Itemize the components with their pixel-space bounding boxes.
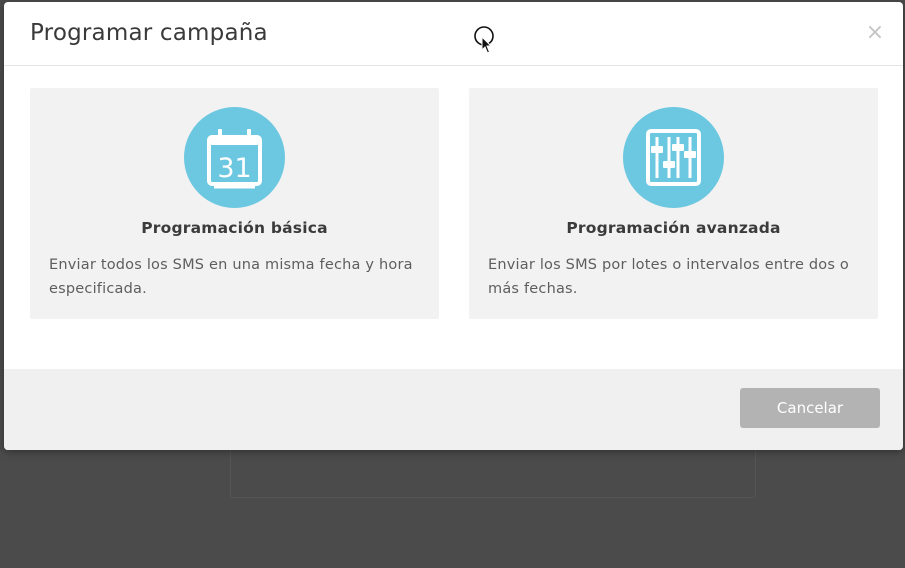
modal-footer: Cancelar xyxy=(4,369,903,450)
background-helper-text xyxy=(232,512,312,524)
advanced-scheduling-description: Enviar los SMS por lotes o intervalos en… xyxy=(488,257,850,297)
basic-scheduling-option[interactable]: 31 Programación básica Enviar todos los … xyxy=(30,88,439,319)
background-input-field xyxy=(230,448,756,498)
modal-header: Programar campaña × xyxy=(4,2,903,66)
basic-scheduling-description: Enviar todos los SMS en una misma fecha … xyxy=(49,257,413,297)
schedule-campaign-modal: Programar campaña × 31 Programación bási… xyxy=(4,2,903,450)
advanced-scheduling-option[interactable]: Programación avanzada Enviar los SMS por… xyxy=(469,88,878,319)
basic-scheduling-title: Programación básica xyxy=(141,219,328,237)
sliders-icon xyxy=(623,107,724,208)
mouse-cursor-icon xyxy=(474,26,494,54)
modal-title: Programar campaña xyxy=(30,20,268,46)
calendar-day-label: 31 xyxy=(217,153,251,184)
cancel-button[interactable]: Cancelar xyxy=(740,388,880,428)
advanced-scheduling-title: Programación avanzada xyxy=(566,219,781,237)
close-button[interactable]: × xyxy=(865,22,885,44)
calendar-icon: 31 xyxy=(184,107,285,208)
